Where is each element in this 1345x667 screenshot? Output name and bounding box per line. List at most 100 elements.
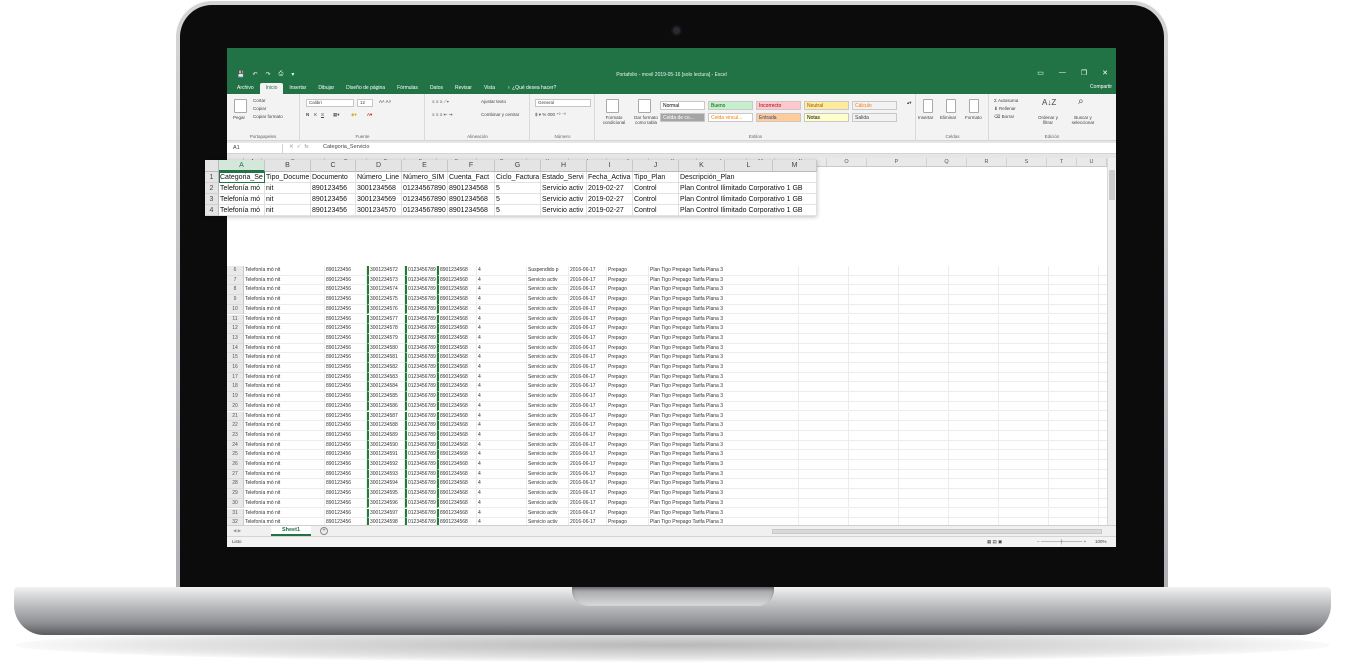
clear-button[interactable]: ⌫ Borrar: [994, 114, 1014, 120]
grid-cell[interactable]: [1049, 343, 1099, 354]
grid-cell[interactable]: Servicio activ: [527, 392, 569, 402]
grid-cell[interactable]: Telefonía mó nit: [244, 285, 325, 296]
grid-cell[interactable]: [1049, 421, 1099, 431]
grid-cell[interactable]: Plan Tigo Prepago Tarifa Plana 3: [649, 489, 799, 499]
grid-cell[interactable]: [1049, 401, 1099, 412]
grid-cell[interactable]: 2016-06-17: [569, 401, 607, 412]
grid-cell[interactable]: Plan Tigo Prepago Tarifa Plana 3: [649, 314, 799, 325]
grid-cell[interactable]: Servicio activ: [527, 363, 569, 373]
grid-cell[interactable]: [1049, 324, 1099, 334]
grid-cell[interactable]: 890123456: [325, 440, 367, 451]
grid-cell[interactable]: Prepago: [607, 372, 649, 383]
grid-cell[interactable]: [949, 372, 999, 383]
grid-cell[interactable]: [799, 411, 849, 422]
grid-cell[interactable]: 8901234568: [437, 266, 477, 276]
grid-cell[interactable]: [899, 421, 949, 431]
grid-cell[interactable]: 8901234568: [437, 363, 477, 373]
grid-cell[interactable]: [849, 363, 899, 373]
grid-cell[interactable]: 0123456789: [405, 440, 437, 451]
grid-cell[interactable]: Prepago: [607, 324, 649, 334]
zoom-slider[interactable]: − ──────┼────── +: [1037, 539, 1086, 544]
grid-cell[interactable]: Plan Tigo Prepago Tarifa Plana 3: [649, 324, 799, 334]
grid-cell[interactable]: [849, 275, 899, 286]
grid-cell[interactable]: [949, 266, 999, 276]
grid-cell[interactable]: Plan Tigo Prepago Tarifa Plana 3: [649, 508, 799, 519]
grid-cell[interactable]: 890123456: [325, 304, 367, 315]
grid-cell[interactable]: 0123456789: [405, 333, 437, 344]
row-header[interactable]: 19: [227, 392, 244, 402]
grid-cell[interactable]: 8901234568: [437, 353, 477, 363]
grid-cell[interactable]: 890123456: [325, 479, 367, 490]
column-header-p[interactable]: P: [867, 158, 927, 167]
grid-cell[interactable]: 4: [477, 518, 527, 525]
grid-cell[interactable]: [999, 460, 1049, 470]
grid-cell[interactable]: [949, 518, 999, 525]
format-as-table-icon[interactable]: [638, 99, 651, 113]
grid-cell[interactable]: 2016-06-17: [569, 392, 607, 402]
grid-cell[interactable]: 3001234589: [367, 430, 405, 441]
grid-cell[interactable]: [949, 285, 999, 296]
grid-cell[interactable]: 2016-06-17: [569, 450, 607, 460]
paste-icon[interactable]: [234, 99, 247, 113]
grid-cell[interactable]: 0123456789: [405, 363, 437, 373]
grid-cell[interactable]: Plan Tigo Prepago Tarifa Plana 3: [649, 343, 799, 354]
grid-cell[interactable]: 8901234568: [437, 275, 477, 286]
grid-cell[interactable]: 0123456789: [405, 450, 437, 460]
grid-cell[interactable]: Servicio activ: [527, 372, 569, 383]
grid-cell[interactable]: [899, 411, 949, 422]
grid-cell[interactable]: 890123456: [325, 314, 367, 325]
grid-cell[interactable]: 2016-06-17: [569, 372, 607, 383]
row-header[interactable]: 9: [227, 295, 244, 305]
row-header[interactable]: 30: [227, 498, 244, 509]
format-as-table-button[interactable]: Dar formato como tabla: [630, 115, 662, 125]
grid-cell[interactable]: 3001234595: [367, 489, 405, 499]
grid-cell[interactable]: [899, 295, 949, 305]
row-header[interactable]: 7: [227, 275, 244, 286]
grid-cell[interactable]: 4: [477, 372, 527, 383]
grid-cell[interactable]: 0123456789: [405, 508, 437, 519]
grid-cell[interactable]: 3001234584: [367, 382, 405, 393]
grid-cell[interactable]: Prepago: [607, 460, 649, 470]
grid-cell[interactable]: 3001234575: [367, 295, 405, 305]
grid-cell[interactable]: [849, 295, 899, 305]
grid-cell[interactable]: [999, 489, 1049, 499]
grid-cell[interactable]: Plan Tigo Prepago Tarifa Plana 3: [649, 498, 799, 509]
grid-cell[interactable]: [799, 314, 849, 325]
grid-cell[interactable]: 2016-06-17: [569, 440, 607, 451]
grid-cell[interactable]: [799, 285, 849, 296]
grid-cell[interactable]: 890123456: [325, 508, 367, 519]
row-header[interactable]: 8: [227, 285, 244, 296]
grid-cell[interactable]: [849, 343, 899, 354]
copy-button[interactable]: Copiar: [253, 106, 266, 111]
grid-cell[interactable]: [899, 333, 949, 344]
grid-cell[interactable]: 8901234568: [437, 382, 477, 393]
column-header-r[interactable]: R: [967, 158, 1007, 167]
grid-cell[interactable]: 4: [477, 421, 527, 431]
grid-cell[interactable]: Servicio activ: [527, 353, 569, 363]
grid-cell[interactable]: [899, 469, 949, 480]
grid-cell[interactable]: [949, 508, 999, 519]
grid-cell[interactable]: [849, 285, 899, 296]
grid-cell[interactable]: [999, 363, 1049, 373]
row-header[interactable]: 26: [227, 460, 244, 470]
grid-cell[interactable]: Prepago: [607, 266, 649, 276]
grid-cell[interactable]: 4: [477, 479, 527, 490]
grid-cell[interactable]: Servicio activ: [527, 489, 569, 499]
grid-cell[interactable]: [999, 450, 1049, 460]
grid-cell[interactable]: [949, 382, 999, 393]
sort-filter-button[interactable]: Ordenar y filtrar: [1034, 115, 1062, 125]
grid-cell[interactable]: 0123456789: [405, 295, 437, 305]
fill-color-icon[interactable]: ◈▾: [351, 112, 357, 118]
row-header[interactable]: 15: [227, 353, 244, 363]
grid-cell[interactable]: Telefonía mó nit: [244, 401, 325, 412]
zoom-level[interactable]: 100%: [1095, 539, 1107, 544]
grid-cell[interactable]: [949, 401, 999, 412]
grid-cell[interactable]: Plan Tigo Prepago Tarifa Plana 3: [649, 266, 799, 276]
grid-cell[interactable]: 890123456: [325, 266, 367, 276]
grid-cell[interactable]: Telefonía mó nit: [244, 266, 325, 276]
tab-insertar[interactable]: Insertar: [283, 83, 312, 94]
grid-cell[interactable]: 3001234596: [367, 498, 405, 509]
merge-center-button[interactable]: Combinar y centrar: [481, 112, 519, 117]
grid-cell[interactable]: [999, 508, 1049, 519]
column-header-t[interactable]: T: [1047, 158, 1077, 167]
